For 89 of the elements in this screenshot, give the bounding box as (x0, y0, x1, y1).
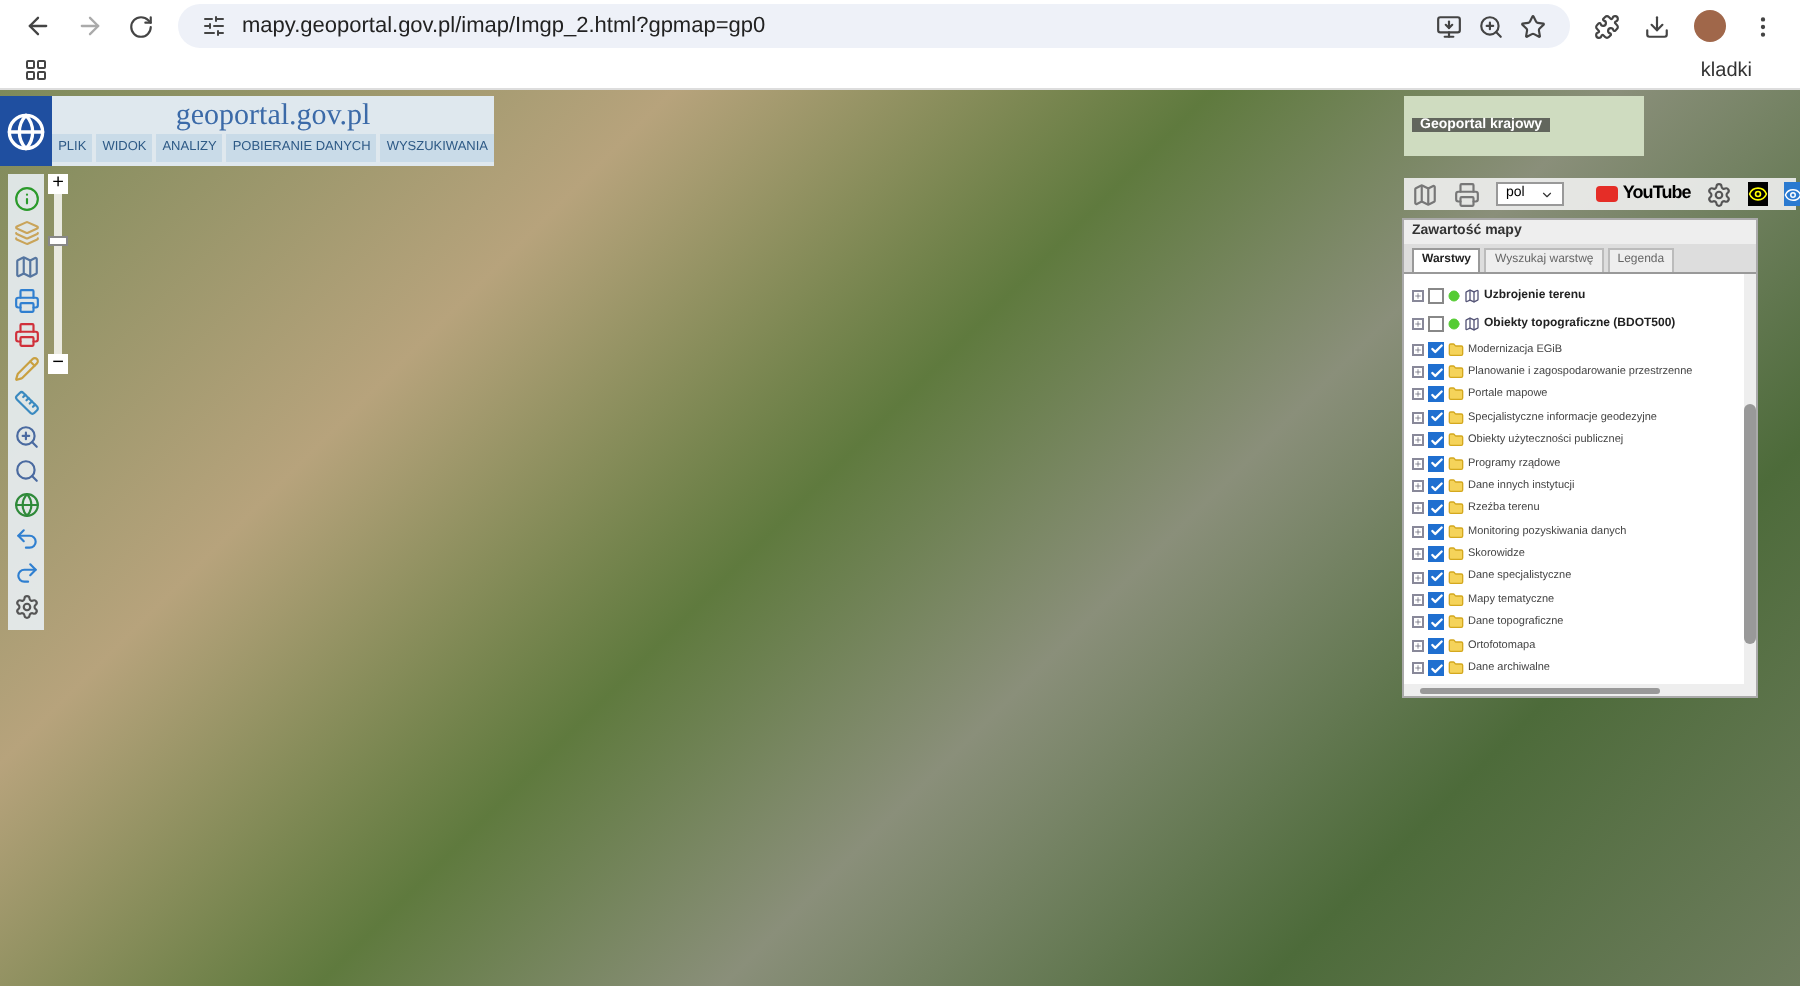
youtube-link[interactable]: YouTube (1596, 180, 1691, 208)
folder-icon (1448, 523, 1464, 540)
folder-icon (1448, 660, 1464, 677)
status-dot-icon (1448, 290, 1460, 302)
layer-checkbox[interactable] (1428, 500, 1444, 517)
settings-icon[interactable] (1706, 178, 1733, 210)
address-bar[interactable]: mapy.geoportal.gov.pl/imap/Imgp_2.html?gpmap=gp0 (178, 4, 1570, 48)
expand-icon[interactable] (1412, 434, 1424, 447)
expand-icon[interactable] (1412, 366, 1424, 379)
folder-icon (1448, 569, 1464, 586)
print-icon[interactable] (10, 318, 42, 350)
expand-icon[interactable] (1412, 662, 1424, 675)
settings-icon[interactable] (10, 590, 42, 622)
expand-icon[interactable] (1412, 616, 1424, 629)
apps-icon[interactable] (24, 58, 48, 82)
zoom-slider-thumb[interactable] (48, 236, 68, 246)
install-icon[interactable] (1436, 13, 1462, 39)
folder-icon (1448, 614, 1464, 631)
folder-icon (1448, 455, 1464, 472)
zoom-in-button[interactable]: + (48, 174, 68, 194)
caret-icon (1540, 187, 1555, 201)
expand-icon[interactable] (1412, 290, 1424, 302)
layer-checkbox[interactable] (1428, 316, 1444, 332)
layer-checkbox[interactable] (1428, 386, 1444, 403)
layer-checkbox[interactable] (1428, 523, 1444, 540)
ruler-icon[interactable] (10, 386, 42, 418)
folder-icon (1448, 364, 1464, 381)
zoom-icon[interactable] (1478, 13, 1504, 39)
reload-icon[interactable] (128, 13, 154, 39)
logo-text: geoportal.gov.pl (175, 98, 371, 134)
expand-icon[interactable] (1412, 388, 1424, 401)
expand-icon[interactable] (1412, 525, 1424, 538)
folder-icon (1448, 591, 1464, 608)
layer-checkbox[interactable] (1428, 660, 1444, 677)
layer-checkbox[interactable] (1428, 478, 1444, 495)
back-icon[interactable] (24, 12, 52, 40)
layer-checkbox[interactable] (1428, 409, 1444, 426)
expand-icon[interactable] (1412, 639, 1424, 652)
expand-icon[interactable] (1412, 548, 1424, 561)
folder-icon (1448, 432, 1464, 449)
map-icon[interactable] (10, 250, 42, 282)
expand-icon[interactable] (1412, 318, 1424, 330)
status-dot-icon (1448, 318, 1460, 330)
zoom-out-button[interactable]: − (48, 354, 68, 374)
url-text: mapy.geoportal.gov.pl/imap/Imgp_2.html?gpmap=gp0 (242, 11, 766, 42)
folder-icon (1448, 546, 1464, 563)
forward-icon[interactable] (76, 12, 104, 40)
expand-icon[interactable] (1412, 502, 1424, 515)
expand-icon[interactable] (1412, 593, 1424, 606)
print-icon[interactable] (10, 284, 42, 316)
folder-icon (1448, 386, 1464, 403)
profile-avatar[interactable] (1694, 10, 1726, 42)
site-settings-icon[interactable] (202, 14, 226, 38)
layer-checkbox[interactable] (1428, 288, 1444, 304)
bookmark-star-icon[interactable] (1520, 13, 1546, 39)
layer-checkbox[interactable] (1428, 341, 1444, 358)
expand-icon[interactable] (1412, 343, 1424, 356)
layer-checkbox[interactable] (1428, 455, 1444, 472)
folder-icon (1448, 478, 1464, 495)
search-icon[interactable] (10, 454, 42, 486)
youtube-icon (1596, 186, 1619, 202)
download-icon[interactable] (1644, 13, 1670, 39)
extensions-icon[interactable] (1594, 13, 1620, 39)
zoom-in-icon[interactable] (10, 420, 42, 452)
layer-checkbox[interactable] (1428, 637, 1444, 654)
layer-checkbox[interactable] (1428, 546, 1444, 563)
expand-icon[interactable] (1412, 457, 1424, 470)
print-icon[interactable] (1454, 178, 1480, 210)
service-icon (1464, 288, 1480, 304)
expand-icon[interactable] (1412, 571, 1424, 584)
youtube-text: YouTube (1622, 180, 1691, 207)
folder-icon (1448, 637, 1464, 654)
info-icon[interactable] (10, 182, 42, 214)
layer-checkbox[interactable] (1428, 591, 1444, 608)
folder-icon (1448, 500, 1464, 517)
layer-checkbox[interactable] (1428, 364, 1444, 381)
folder-icon (1448, 409, 1464, 426)
globe-icon[interactable] (10, 488, 42, 520)
service-icon (1464, 316, 1480, 332)
geoportal-logo-icon (0, 96, 53, 166)
layer-checkbox[interactable] (1428, 569, 1444, 586)
expand-icon[interactable] (1412, 480, 1424, 493)
map-icon[interactable] (1412, 178, 1438, 210)
layer-checkbox[interactable] (1428, 432, 1444, 449)
layer-checkbox[interactable] (1428, 614, 1444, 631)
eye-button[interactable] (1748, 182, 1769, 206)
folder-icon (1448, 341, 1464, 358)
bookmarks-link[interactable]: kladki (1700, 55, 1752, 85)
expand-icon[interactable] (1412, 411, 1424, 424)
